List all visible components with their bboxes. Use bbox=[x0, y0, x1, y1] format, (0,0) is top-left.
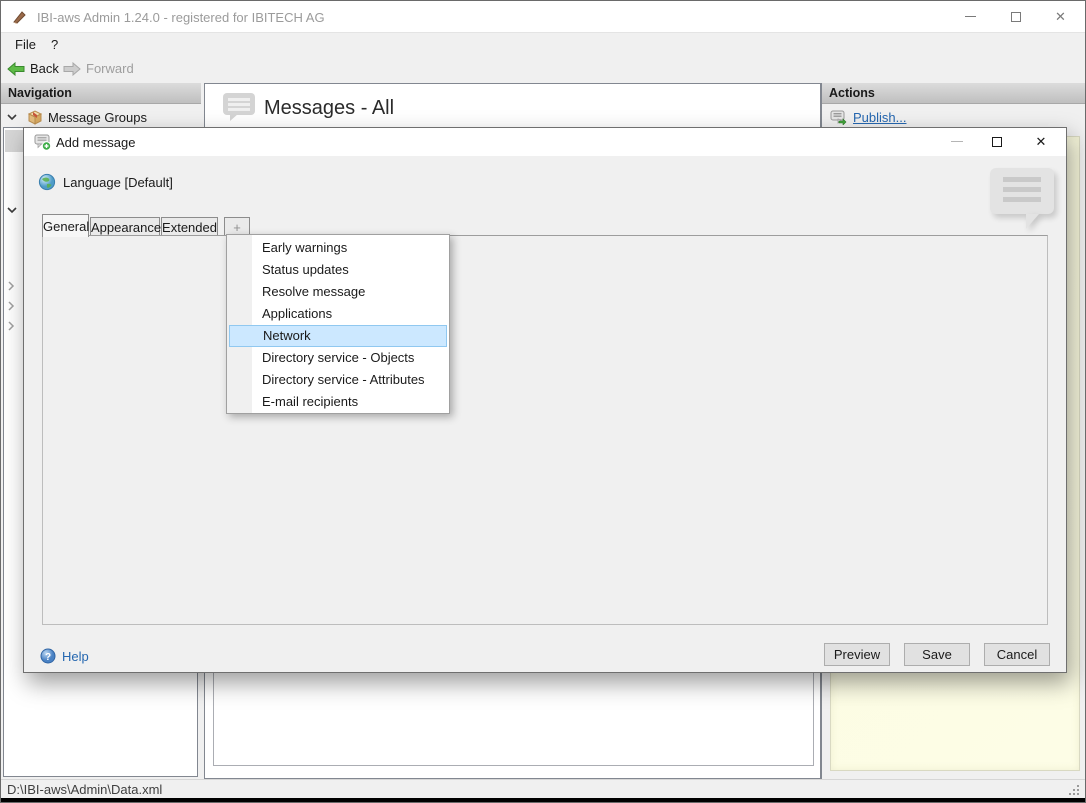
dialog-titlebar: Add message ✕ bbox=[24, 128, 1066, 156]
window-title: IBI-aws Admin 1.24.0 - registered for IB… bbox=[37, 10, 325, 25]
publish-link[interactable]: Publish... bbox=[853, 110, 906, 125]
menu-item-network[interactable]: Network bbox=[229, 325, 447, 347]
svg-text:?: ? bbox=[45, 652, 51, 663]
minimize-icon bbox=[965, 16, 976, 17]
dialog-minimize-button bbox=[940, 128, 974, 155]
forward-arrow-icon bbox=[63, 62, 81, 76]
tree-expander-icon[interactable] bbox=[7, 321, 15, 331]
status-bar: D:\IBI-aws\Admin\Data.xml bbox=[1, 779, 1085, 798]
message-watermark-icon bbox=[990, 168, 1054, 214]
messages-icon bbox=[222, 92, 256, 122]
back-button[interactable]: Back bbox=[7, 59, 59, 78]
tab-page-general bbox=[42, 235, 1048, 625]
tree-expander-open-icon[interactable] bbox=[7, 205, 17, 215]
actions-header: Actions bbox=[822, 83, 1086, 104]
language-globe-icon bbox=[38, 173, 56, 191]
app-icon bbox=[12, 9, 28, 25]
menu-item-applications[interactable]: Applications bbox=[227, 303, 449, 325]
menu-item-resolve-message[interactable]: Resolve message bbox=[227, 281, 449, 303]
tree-item-label: Message Groups bbox=[48, 110, 147, 125]
menu-item-email-recipients[interactable]: E-mail recipients bbox=[227, 391, 449, 413]
menu-help[interactable]: ? bbox=[51, 37, 58, 52]
tree-expander-icon[interactable] bbox=[7, 301, 15, 311]
help-icon: ? bbox=[40, 648, 56, 664]
minimize-button[interactable] bbox=[948, 1, 993, 32]
chevron-down-icon[interactable] bbox=[7, 112, 17, 122]
tree-item-message-groups[interactable]: Message Groups bbox=[1, 108, 201, 128]
menu-item-directory-service-objects[interactable]: Directory service - Objects bbox=[227, 347, 449, 369]
publish-icon bbox=[830, 110, 847, 125]
help-action[interactable]: ? Help bbox=[40, 648, 89, 664]
menubar: File ? bbox=[1, 33, 1085, 56]
app-window: IBI-aws Admin 1.24.0 - registered for IB… bbox=[0, 0, 1086, 803]
resize-grip[interactable] bbox=[1069, 785, 1079, 795]
back-label: Back bbox=[30, 61, 59, 76]
dialog-title: Add message bbox=[56, 135, 136, 150]
maximize-button[interactable] bbox=[993, 1, 1038, 32]
tab-general[interactable]: General bbox=[42, 214, 89, 237]
forward-button[interactable]: Forward bbox=[63, 59, 134, 78]
main-titlebar: IBI-aws Admin 1.24.0 - registered for IB… bbox=[1, 1, 1085, 33]
dialog-close-button[interactable]: ✕ bbox=[1024, 128, 1058, 155]
dialog-maximize-button[interactable] bbox=[980, 128, 1014, 155]
forward-label: Forward bbox=[86, 61, 134, 76]
page-title: Messages - All bbox=[264, 97, 394, 120]
toolbar: Back Forward bbox=[1, 56, 1085, 81]
template-dropdown-menu: Early warnings Status updates Resolve me… bbox=[226, 234, 450, 414]
status-file-path: D:\IBI-aws\Admin\Data.xml bbox=[7, 782, 162, 797]
tab-extended[interactable]: Extended bbox=[161, 217, 218, 236]
menu-item-status-updates[interactable]: Status updates bbox=[227, 259, 449, 281]
menu-item-directory-service-attributes[interactable]: Directory service - Attributes bbox=[227, 369, 449, 391]
cancel-button[interactable]: Cancel bbox=[984, 643, 1050, 666]
menu-file[interactable]: File bbox=[15, 37, 36, 52]
tab-appearance[interactable]: Appearance bbox=[90, 217, 160, 236]
tree-expander-icon[interactable] bbox=[7, 281, 15, 291]
add-message-icon bbox=[34, 134, 52, 151]
preview-button[interactable]: Preview bbox=[824, 643, 890, 666]
publish-action[interactable]: Publish... bbox=[830, 110, 906, 125]
close-button[interactable]: ✕ bbox=[1038, 1, 1083, 32]
language-label: Language [Default] bbox=[63, 175, 173, 190]
navigation-header: Navigation bbox=[1, 83, 201, 104]
maximize-icon bbox=[992, 137, 1002, 147]
help-link[interactable]: Help bbox=[62, 649, 89, 664]
maximize-icon bbox=[1011, 12, 1021, 22]
window-bottom-edge bbox=[1, 798, 1085, 803]
language-row: Language [Default] bbox=[38, 173, 173, 191]
message-groups-icon bbox=[27, 109, 43, 125]
minimize-icon bbox=[951, 141, 963, 142]
back-arrow-icon bbox=[7, 62, 25, 76]
menu-item-early-warnings[interactable]: Early warnings bbox=[227, 237, 449, 259]
save-button[interactable]: Save bbox=[904, 643, 970, 666]
add-message-dialog: Add message ✕ Language [Default] General… bbox=[23, 127, 1067, 673]
